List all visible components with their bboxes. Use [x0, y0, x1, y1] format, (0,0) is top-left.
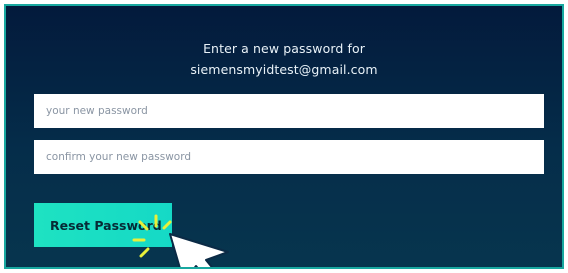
- confirm-password-input[interactable]: [34, 140, 544, 174]
- reset-heading: Enter a new password for: [203, 41, 365, 56]
- account-email: siemensmyidtest@gmail.com: [190, 62, 378, 77]
- reset-password-panel: Enter a new password for siemensmyidtest…: [4, 4, 564, 269]
- new-password-input[interactable]: [34, 94, 544, 128]
- cursor-arrow-icon: [169, 233, 229, 267]
- reset-password-button[interactable]: Reset Password: [34, 203, 172, 247]
